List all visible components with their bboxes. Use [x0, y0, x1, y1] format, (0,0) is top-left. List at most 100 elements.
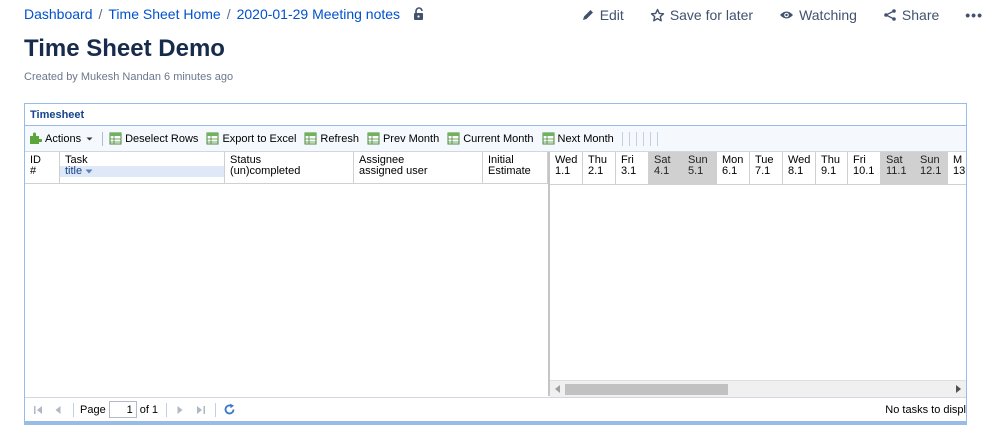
- day-column-header[interactable]: Thu 9.1: [816, 152, 848, 184]
- next-month-label: Next Month: [557, 132, 614, 145]
- day-date: 4.1: [654, 165, 670, 177]
- deselect-rows-button[interactable]: Deselect Rows: [109, 132, 198, 145]
- last-page-button[interactable]: [193, 404, 207, 416]
- horizontal-scrollbar[interactable]: [550, 380, 966, 397]
- day-column-header[interactable]: Sat 11.1: [881, 152, 915, 184]
- day-column-header[interactable]: Fri 10.1: [848, 152, 881, 184]
- day-date: 8.1: [788, 165, 804, 177]
- pager-separator: [215, 402, 217, 417]
- star-icon: [650, 8, 665, 21]
- deselect-rows-label: Deselect Rows: [125, 132, 199, 145]
- day-column-label: Sun 5.1: [688, 154, 708, 177]
- edit-label: Edit: [599, 7, 624, 23]
- day-date: 12.1: [920, 165, 942, 177]
- calendar-header: Wed 1.1 Thu 2.1 Fri 3.1 Sat 4.1 Sun 5.1 Mon 6.1 Tue 7…: [550, 152, 966, 396]
- save-for-later-button[interactable]: Save for later: [650, 7, 753, 23]
- export-to-excel-button[interactable]: Export to Excel: [206, 132, 296, 145]
- day-column-header[interactable]: Sat 4.1: [649, 152, 683, 184]
- panel-title: Timesheet: [25, 104, 966, 126]
- refresh-label: Refresh: [320, 132, 359, 145]
- day-column-header[interactable]: Wed 8.1: [783, 152, 816, 184]
- day-column-header[interactable]: Fri 3.1: [616, 152, 649, 184]
- day-column-header[interactable]: Tue 7.1: [750, 152, 783, 184]
- unlock-icon[interactable]: [412, 7, 426, 21]
- day-column-header[interactable]: Wed 1.1: [550, 152, 583, 184]
- page-count-label: of 1: [139, 403, 159, 416]
- first-page-button[interactable]: [31, 404, 45, 416]
- page-label: Page: [80, 403, 106, 416]
- prev-month-label: Prev Month: [382, 132, 440, 145]
- day-column-label: Sat 11.1: [886, 154, 907, 177]
- excel-icon: [206, 132, 219, 145]
- day-date: 1.1: [555, 165, 571, 177]
- pencil-icon: [582, 10, 593, 20]
- day-date: 11.1: [886, 165, 907, 177]
- day-date: 9.1: [821, 165, 837, 177]
- page-title: Time Sheet Demo: [24, 35, 225, 62]
- pager-separator: [73, 402, 74, 417]
- breadcrumb-separator: /: [98, 6, 103, 22]
- breadcrumb-meeting-notes[interactable]: 2020-01-29 Meeting notes: [237, 6, 400, 22]
- timesheet-grid: ID # Task title Status (un)completed Ass…: [25, 152, 966, 396]
- next-page-button[interactable]: [173, 404, 187, 416]
- refresh-button[interactable]: Refresh: [304, 132, 359, 145]
- edit-button[interactable]: Edit: [581, 7, 624, 23]
- day-column-label: Tue 7.1: [755, 154, 774, 177]
- breadcrumb-separator: /: [226, 6, 231, 22]
- actions-menu-button[interactable]: Actions: [29, 132, 94, 145]
- sheet-icon: [109, 132, 122, 145]
- watching-label: Watching: [799, 7, 857, 23]
- save-for-later-label: Save for later: [669, 7, 754, 23]
- day-date: 6.1: [722, 165, 738, 177]
- day-column-header[interactable]: M 13: [948, 152, 966, 184]
- scroll-right-arrow-icon[interactable]: [956, 385, 961, 393]
- prev-page-button[interactable]: [51, 404, 65, 416]
- breadcrumb-dashboard[interactable]: Dashboard: [24, 6, 93, 22]
- column-header-status[interactable]: Status (un)completed: [225, 152, 354, 184]
- next-page-icon: [177, 405, 183, 414]
- calendar-header-border: [550, 184, 966, 185]
- current-month-button[interactable]: Current Month: [447, 132, 534, 145]
- scrollbar-thumb[interactable]: [565, 384, 728, 395]
- page-actions: Edit Save for later Watching Share •••: [581, 6, 999, 24]
- reload-icon: [224, 403, 234, 415]
- day-column-header[interactable]: Mon 6.1: [717, 152, 750, 184]
- share-label: Share: [901, 7, 940, 23]
- column-header-estimate[interactable]: Initial Estimate: [483, 152, 548, 184]
- next-month-button[interactable]: Next Month: [542, 132, 614, 145]
- watching-button[interactable]: Watching: [779, 7, 857, 23]
- day-date: 2.1: [588, 165, 604, 177]
- paging-toolbar: Page of 1 No tasks to displ: [25, 397, 966, 421]
- day-column-label: Thu 9.1: [821, 154, 840, 177]
- day-column-label: Wed 8.1: [788, 154, 810, 177]
- prev-month-button[interactable]: Prev Month: [367, 132, 439, 145]
- day-column-header[interactable]: Sun 5.1: [683, 152, 717, 184]
- more-actions-button[interactable]: •••: [965, 7, 983, 23]
- day-column-header[interactable]: Sun 12.1: [915, 152, 948, 184]
- column-header-id-line2: #: [30, 165, 37, 177]
- column-header-task[interactable]: Task title: [60, 152, 225, 184]
- day-column-label: Sat 4.1: [654, 154, 671, 177]
- pager-separator: [166, 402, 168, 417]
- grid-toolbar: Actions Deselect Rows Export to Excel Re…: [25, 126, 966, 152]
- breadcrumb: Dashboard / Time Sheet Home / 2020-01-29…: [24, 6, 426, 22]
- share-button[interactable]: Share: [883, 7, 939, 23]
- column-header-estimate-line2: Estimate: [488, 165, 531, 177]
- refresh-sheet-icon: [304, 132, 317, 145]
- day-date: 10.1: [853, 165, 875, 177]
- column-header-task-line2: title: [60, 166, 224, 177]
- breadcrumb-time-sheet-home[interactable]: Time Sheet Home: [108, 6, 220, 22]
- day-column-header[interactable]: Thu 2.1: [583, 152, 616, 184]
- scroll-left-arrow-icon[interactable]: [555, 385, 560, 393]
- sort-desc-icon[interactable]: [85, 169, 93, 174]
- day-date: 5.1: [688, 165, 704, 177]
- column-header-id[interactable]: ID #: [25, 152, 60, 184]
- pager-status: No tasks to displ: [885, 404, 966, 416]
- next-month-icon: [542, 132, 555, 145]
- column-header-status-line2: (un)completed: [230, 165, 301, 177]
- reload-button[interactable]: [222, 403, 236, 416]
- eye-icon: [780, 11, 794, 19]
- page-number-input[interactable]: [108, 401, 137, 418]
- column-header-assignee[interactable]: Assignee assigned user: [354, 152, 483, 184]
- day-date: 13: [953, 165, 966, 177]
